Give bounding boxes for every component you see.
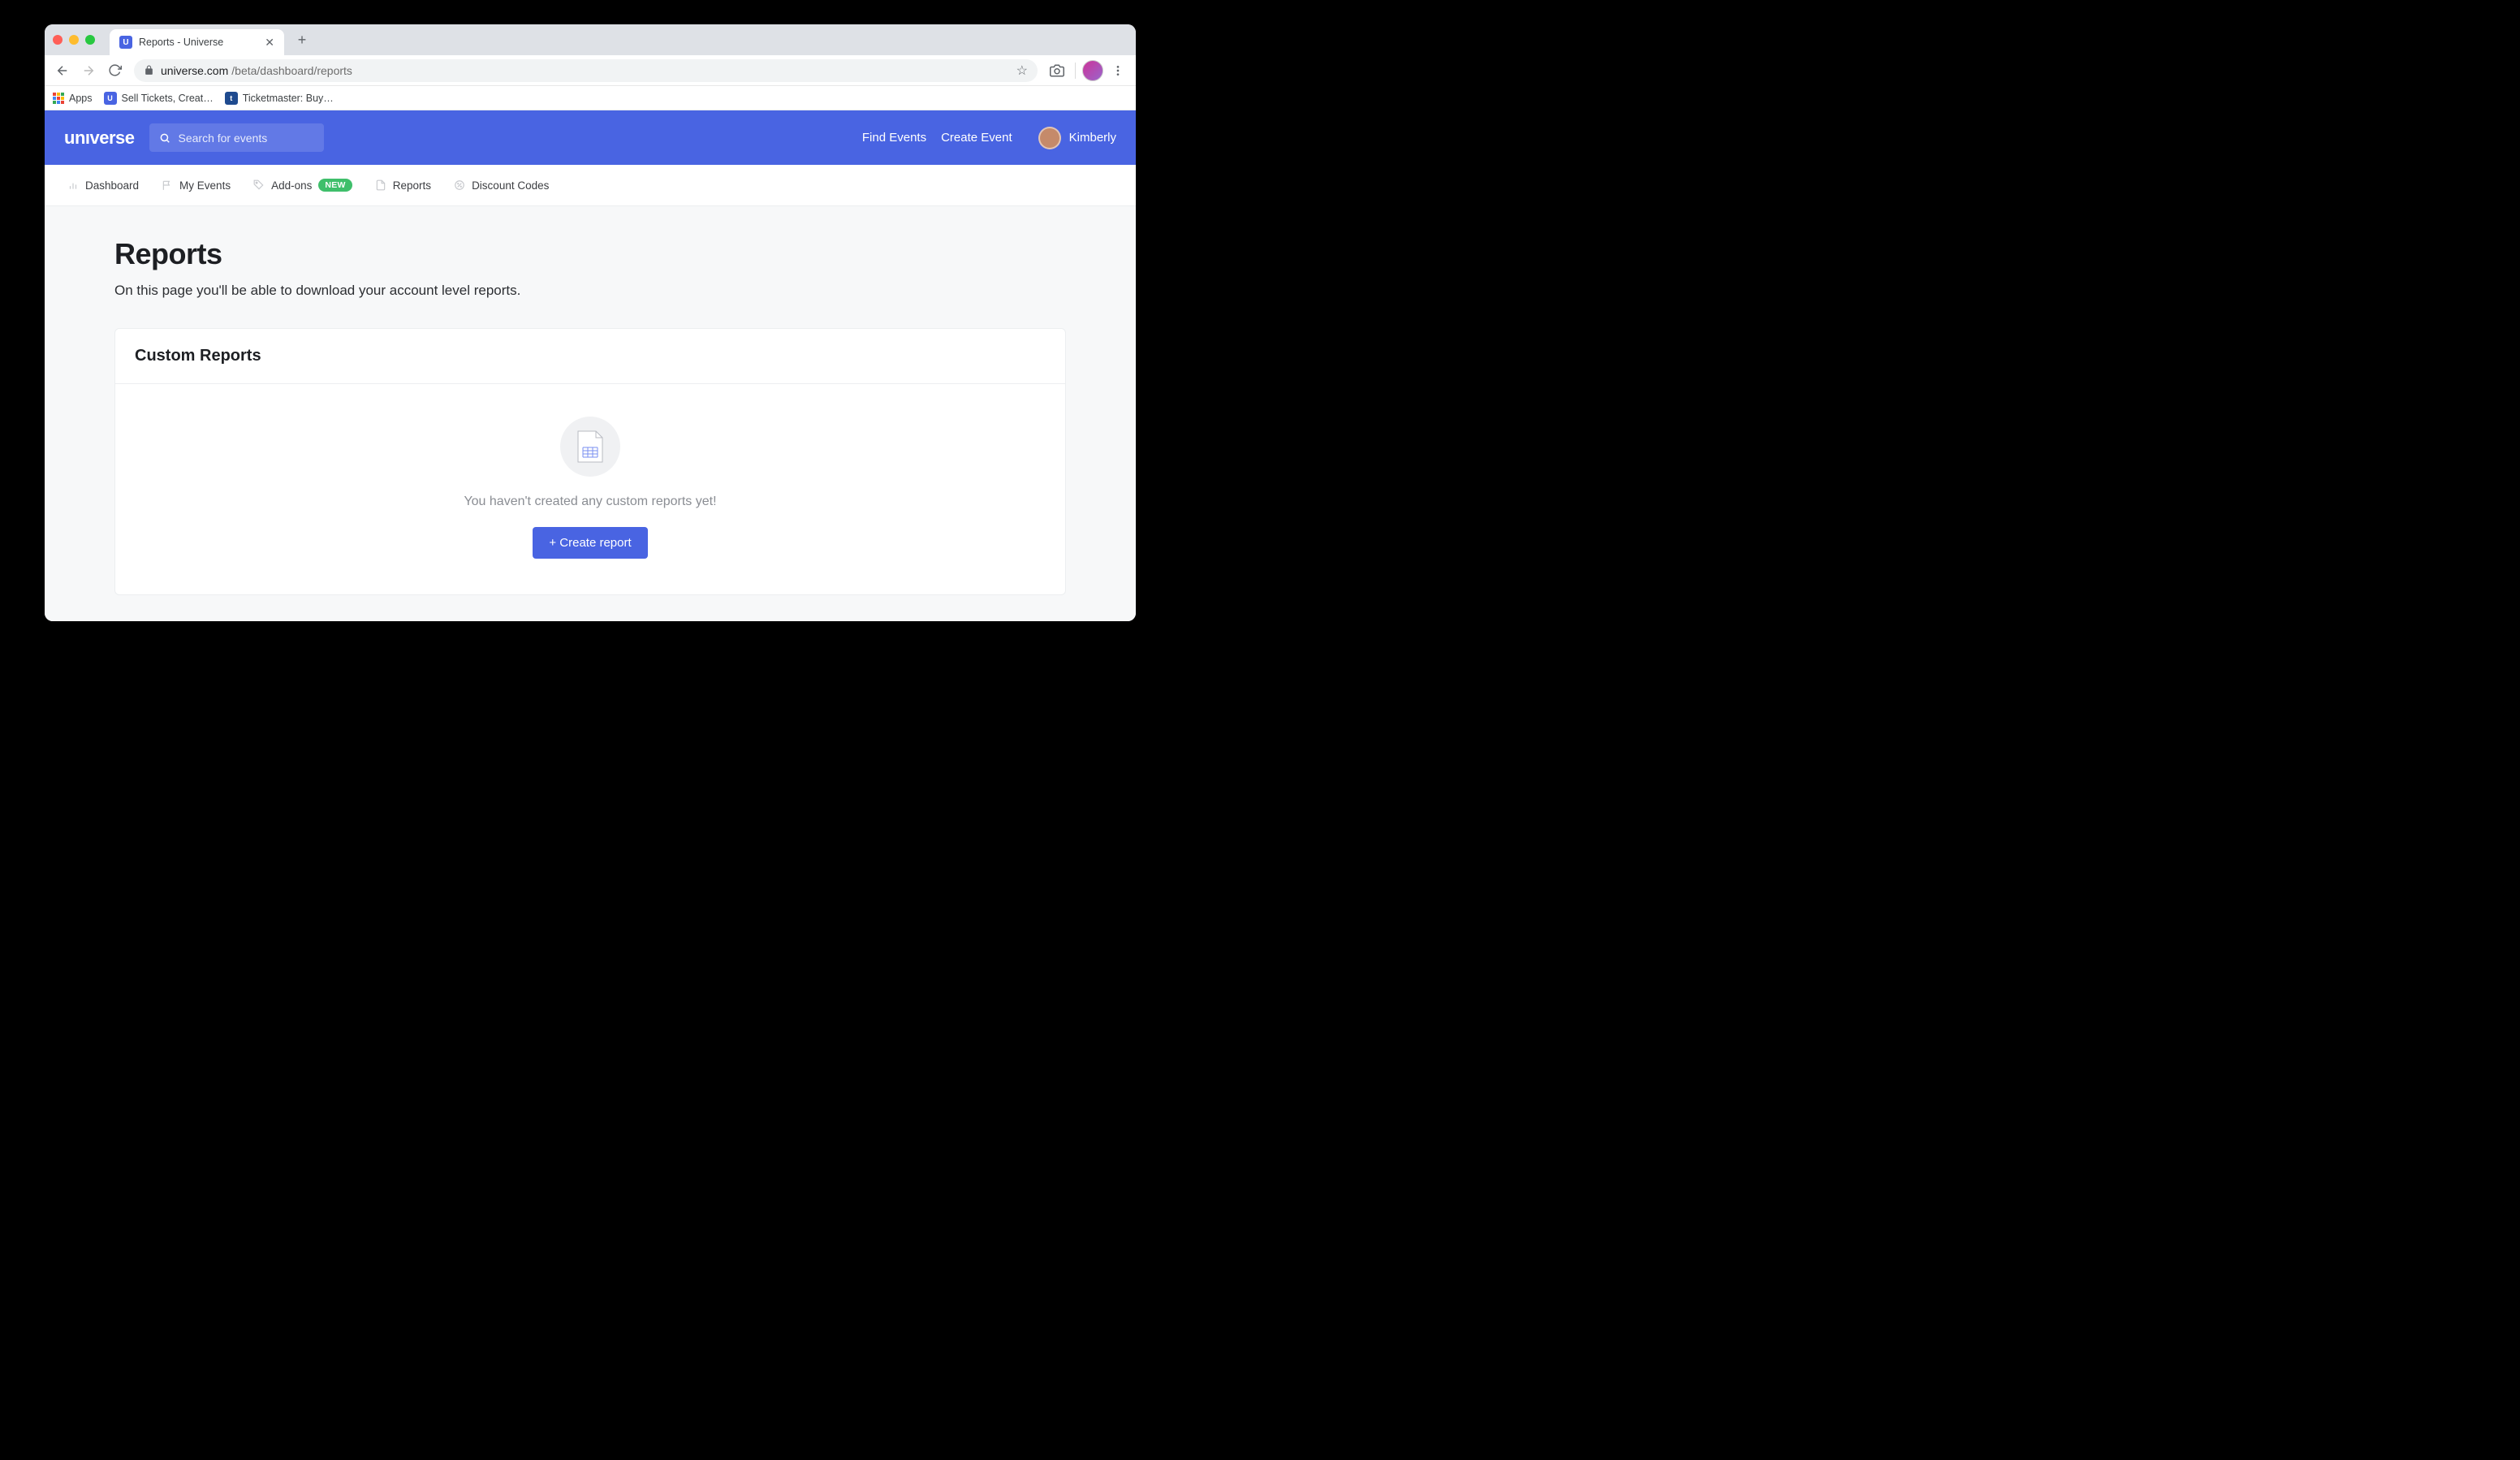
nav-label: My Events	[179, 179, 231, 192]
flag-icon	[162, 179, 173, 191]
tab-title: Reports - Universe	[139, 37, 258, 48]
bookmark-star-icon[interactable]: ☆	[1016, 63, 1028, 79]
browser-toolbar: universe.com/beta/dashboard/reports ☆	[45, 55, 1136, 86]
card-body: You haven't created any custom reports y…	[115, 384, 1065, 594]
search-input[interactable]	[179, 132, 314, 145]
tab-close-button[interactable]: ✕	[265, 36, 274, 50]
ticketmaster-favicon: t	[225, 92, 238, 105]
lock-icon	[144, 65, 154, 76]
apps-bookmark[interactable]: Apps	[53, 93, 93, 104]
browser-tab[interactable]: U Reports - Universe ✕	[110, 29, 284, 55]
forward-button[interactable]	[77, 59, 100, 82]
camera-icon[interactable]	[1046, 59, 1068, 82]
tab-strip: U Reports - Universe ✕ +	[45, 24, 1136, 55]
user-avatar	[1038, 127, 1061, 149]
app-header: unıverse Find Events Create Event Kimber…	[45, 110, 1136, 165]
browser-window: U Reports - Universe ✕ + universe.com/be…	[45, 24, 1136, 621]
card-title: Custom Reports	[115, 329, 1065, 384]
bar-chart-icon	[67, 179, 79, 191]
tag-icon	[253, 179, 265, 191]
find-events-link[interactable]: Find Events	[862, 131, 926, 145]
dashboard-nav: Dashboard My Events Add-ons NEW Reports	[45, 165, 1136, 206]
nav-label: Discount Codes	[472, 179, 549, 192]
window-minimize-button[interactable]	[69, 35, 79, 45]
page-content: Reports On this page you'll be able to d…	[45, 206, 1136, 621]
toolbar-divider	[1075, 63, 1076, 79]
url-domain: universe.com	[161, 64, 228, 77]
apps-label: Apps	[69, 93, 93, 104]
window-close-button[interactable]	[53, 35, 63, 45]
create-event-link[interactable]: Create Event	[941, 131, 1012, 145]
nav-label: Reports	[393, 179, 431, 192]
window-controls	[53, 35, 95, 45]
bookmark-label: Ticketmaster: Buy…	[243, 93, 334, 104]
window-maximize-button[interactable]	[85, 35, 95, 45]
create-report-button[interactable]: + Create report	[533, 527, 647, 559]
spreadsheet-icon	[560, 417, 620, 477]
back-button[interactable]	[51, 59, 74, 82]
address-bar[interactable]: universe.com/beta/dashboard/reports ☆	[134, 59, 1038, 82]
search-box[interactable]	[149, 123, 324, 152]
nav-dashboard[interactable]: Dashboard	[67, 179, 139, 192]
user-menu[interactable]: Kimberly	[1038, 127, 1116, 149]
nav-my-events[interactable]: My Events	[162, 179, 231, 192]
custom-reports-card: Custom Reports	[114, 328, 1066, 595]
bookmark-ticketmaster[interactable]: t Ticketmaster: Buy…	[225, 92, 334, 105]
percent-icon	[454, 179, 465, 191]
user-name: Kimberly	[1069, 131, 1116, 145]
reload-button[interactable]	[103, 59, 126, 82]
page-title: Reports	[114, 237, 1066, 271]
bookmarks-bar: Apps U Sell Tickets, Creat… t Ticketmast…	[45, 86, 1136, 110]
universe-favicon: U	[104, 92, 117, 105]
profile-avatar-button[interactable]	[1082, 60, 1103, 81]
bookmark-universe[interactable]: U Sell Tickets, Creat…	[104, 92, 214, 105]
empty-state-message: You haven't created any custom reports y…	[464, 495, 716, 509]
nav-label: Dashboard	[85, 179, 139, 192]
apps-icon	[53, 93, 64, 104]
nav-addons[interactable]: Add-ons NEW	[253, 179, 352, 192]
nav-discount-codes[interactable]: Discount Codes	[454, 179, 549, 192]
search-icon	[159, 132, 170, 144]
nav-label: Add-ons	[271, 179, 312, 192]
new-badge: NEW	[318, 179, 352, 192]
url-path: /beta/dashboard/reports	[231, 64, 352, 77]
page-subtitle: On this page you'll be able to download …	[114, 283, 1066, 299]
new-tab-button[interactable]: +	[291, 28, 313, 51]
tab-favicon: U	[119, 36, 132, 49]
nav-reports[interactable]: Reports	[375, 179, 431, 192]
logo[interactable]: unıverse	[64, 127, 135, 149]
browser-menu-button[interactable]	[1107, 59, 1129, 82]
document-icon	[375, 179, 386, 191]
bookmark-label: Sell Tickets, Creat…	[122, 93, 214, 104]
